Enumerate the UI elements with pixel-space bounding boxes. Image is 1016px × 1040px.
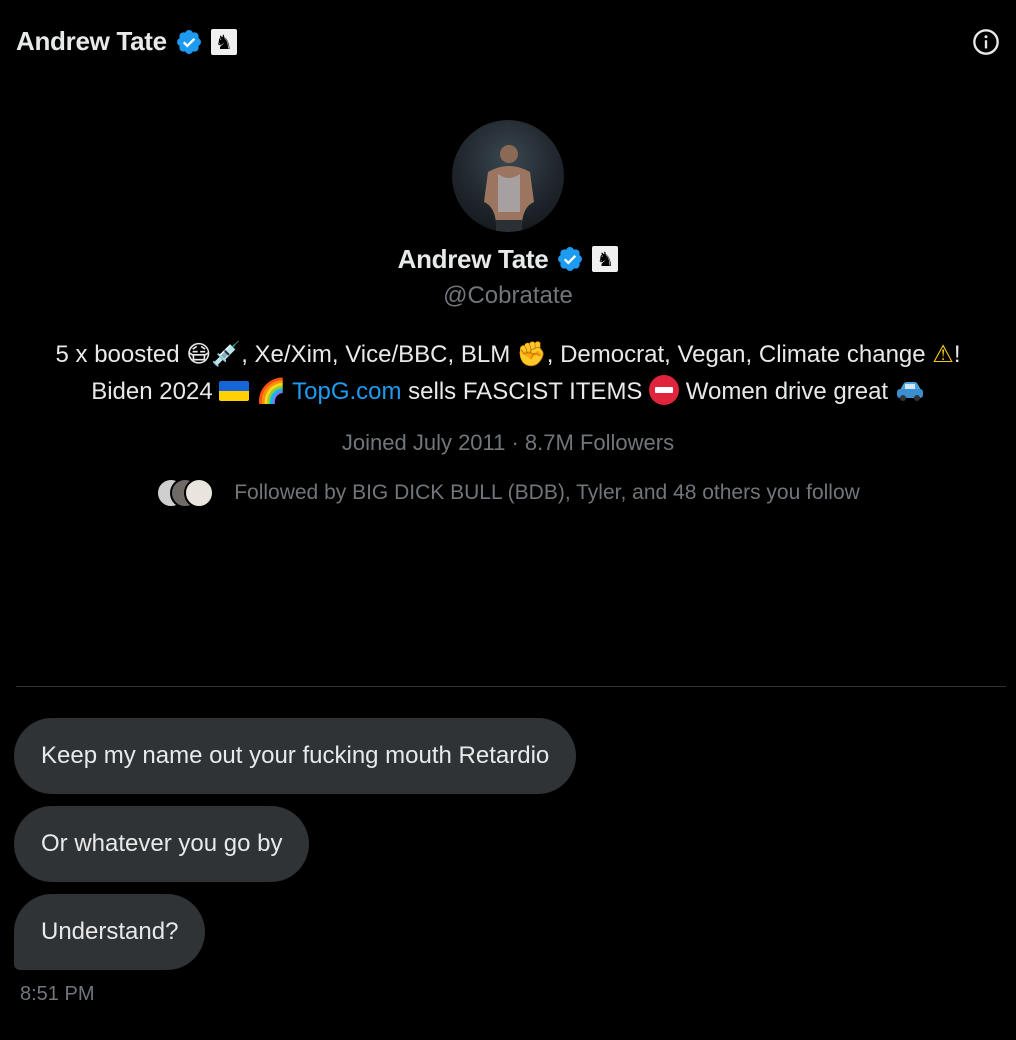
bio-text: , Xe/Xim, Vice/BBC, BLM (241, 341, 517, 368)
profile-bio: 5 x boosted 😷💉, Xe/Xim, Vice/BBC, BLM ✊,… (28, 336, 988, 410)
follower-avatars (156, 476, 218, 510)
bio-text: 5 x boosted (55, 341, 187, 368)
raised-fist-emoji-icon: ✊ (516, 340, 547, 368)
bio-text: sells FASCIST ITEMS (401, 378, 650, 405)
ukraine-flag-icon (219, 381, 250, 401)
verified-badge-icon (176, 29, 201, 54)
profile-card: Andrew Tate ♞ @Cobratate 5 x boosted 😷💉,… (0, 120, 1016, 510)
bio-link[interactable]: TopG.com (292, 378, 401, 405)
warning-emoji-icon: ⚠ (932, 340, 954, 368)
message-list: Keep my name out your fucking mouth Reta… (14, 718, 577, 982)
syringe-emoji-icon: 💉 (211, 340, 242, 368)
message-timestamp: 8:51 PM (20, 983, 95, 1005)
bio-text: Women drive great (679, 378, 895, 405)
profile-name-row: Andrew Tate ♞ (0, 240, 1016, 278)
conversation-header: Andrew Tate ♞ (0, 0, 1016, 88)
header-title: Andrew Tate (16, 26, 167, 56)
rainbow-emoji-icon: 🌈 (256, 377, 286, 405)
message-row: Or whatever you go by (14, 806, 576, 894)
profile-name: Andrew Tate (397, 243, 549, 274)
profile-avatar[interactable] (452, 120, 564, 232)
message-bubble[interactable]: Or whatever you go by (14, 806, 310, 882)
car-emoji-icon (896, 382, 923, 401)
message-bubble[interactable]: Keep my name out your fucking mouth Reta… (14, 718, 577, 794)
message-bubble[interactable]: Understand? (14, 894, 206, 970)
followed-by-row[interactable]: Followed by BIG DICK BULL (BDB), Tyler, … (0, 476, 1016, 510)
face-mask-emoji-icon: 😷 (186, 340, 212, 368)
header-title-group[interactable]: Andrew Tate ♞ (16, 26, 237, 57)
message-row: Keep my name out your fucking mouth Reta… (14, 718, 577, 806)
follower-avatar (184, 478, 215, 508)
no-entry-icon (649, 375, 680, 405)
info-icon[interactable] (972, 28, 1000, 56)
followed-by-text: Followed by BIG DICK BULL (BDB), Tyler, … (234, 481, 860, 504)
profile-joined-followers: Joined July 2011 · 8.7M Followers (341, 430, 675, 455)
profile-handle: @Cobratate (443, 282, 573, 309)
bio-text: , Democrat, Vegan, Climate change (546, 341, 933, 368)
message-row: Understand? (14, 894, 576, 982)
chess-knight-icon: ♞ (592, 246, 619, 272)
avatar-figure-image (484, 145, 534, 232)
chess-knight-icon: ♞ (210, 28, 237, 55)
divider (16, 686, 1006, 687)
verified-badge-icon (558, 247, 583, 271)
